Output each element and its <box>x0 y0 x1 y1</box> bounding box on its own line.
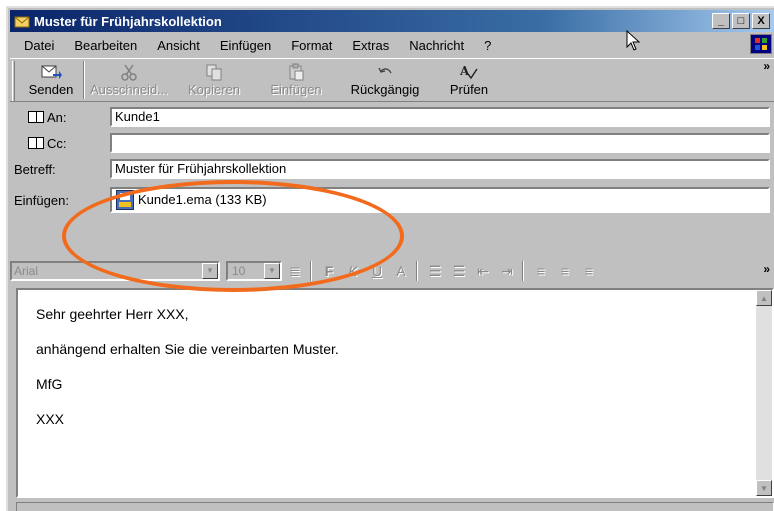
numbered-list-icon[interactable]: ☰ <box>424 260 446 282</box>
menu-ansicht[interactable]: Ansicht <box>147 38 210 53</box>
font-value: Arial <box>14 264 39 278</box>
to-label: An: <box>47 109 67 125</box>
undo-label: Rückgängig <box>350 82 420 97</box>
indent-icon[interactable]: ⇥ <box>496 260 518 282</box>
window-controls: _ □ X <box>712 13 770 29</box>
format-separator <box>416 261 418 281</box>
align-center-icon[interactable]: ≡ <box>554 260 576 282</box>
address-book-icon <box>28 137 44 149</box>
italic-icon[interactable]: K <box>342 260 364 282</box>
paste-label: Einfügen <box>270 82 322 97</box>
attachment-file-icon <box>116 190 134 210</box>
size-select[interactable]: 10 ▼ <box>226 261 282 281</box>
send-button[interactable]: Senden <box>19 59 83 101</box>
scissors-icon <box>120 62 138 82</box>
chevron-down-icon[interactable]: ▼ <box>202 263 218 279</box>
body-text[interactable]: Sehr geehrter Herr XXX, anhängend erhalt… <box>36 306 339 446</box>
attach-field[interactable]: Kunde1.ema (133 KB) <box>110 187 770 213</box>
underline-icon[interactable]: U <box>366 260 388 282</box>
undo-button[interactable]: Rückgängig <box>337 59 433 101</box>
body-line: anhängend erhalten Sie die vereinbarten … <box>36 341 339 357</box>
menu-einfuegen[interactable]: Einfügen <box>210 38 281 53</box>
send-icon <box>40 62 62 82</box>
menu-format[interactable]: Format <box>281 38 342 53</box>
status-bar <box>16 502 774 511</box>
to-label-wrap[interactable]: An: <box>10 110 106 125</box>
outdent-icon[interactable]: ⇤ <box>472 260 494 282</box>
font-select[interactable]: Arial ▼ <box>10 261 220 281</box>
copy-icon <box>205 62 223 82</box>
toolbar-more-button[interactable]: » <box>763 59 770 73</box>
check-button[interactable]: A Prüfen <box>433 59 505 101</box>
cc-label: Cc: <box>47 135 67 151</box>
format-toolbar: Arial ▼ 10 ▼ ≣ F K U A ☰ ☰ ⇤ ⇥ ≡ ≡ ≡ » <box>10 258 774 284</box>
format-separator <box>522 261 524 281</box>
cc-label-wrap[interactable]: Cc: <box>10 136 106 151</box>
toolbar-grip[interactable] <box>12 61 15 101</box>
spellcheck-icon: A <box>459 62 479 82</box>
paste-button[interactable]: Einfügen <box>255 59 337 101</box>
minimize-button[interactable]: _ <box>712 13 730 29</box>
close-button[interactable]: X <box>752 13 770 29</box>
subject-field[interactable]: Muster für Frühjahrskollektion <box>110 159 770 179</box>
attach-label: Einfügen: <box>14 192 69 208</box>
copy-button[interactable]: Kopieren <box>173 59 255 101</box>
subject-row: Betreff: Muster für Frühjahrskollektion <box>10 158 774 180</box>
cc-row: Cc: <box>10 132 774 154</box>
to-field[interactable]: Kunde1 <box>110 107 770 127</box>
align-right-icon[interactable]: ≡ <box>578 260 600 282</box>
scroll-up-icon[interactable]: ▲ <box>756 290 772 306</box>
copy-label: Kopieren <box>187 82 241 97</box>
body-line: MfG <box>36 376 63 392</box>
envelope-icon <box>14 16 30 28</box>
menu-help[interactable]: ? <box>474 38 501 53</box>
subject-label: Betreff: <box>14 161 56 177</box>
mouse-cursor-icon <box>626 30 641 51</box>
to-row: An: Kunde1 <box>10 106 774 128</box>
cut-label: Ausschneid... <box>89 82 169 97</box>
paste-icon <box>287 62 305 82</box>
style-icon[interactable]: ≣ <box>284 260 306 282</box>
svg-text:A: A <box>459 64 470 78</box>
menu-datei[interactable]: Datei <box>14 38 64 53</box>
windows-logo-icon <box>750 34 772 54</box>
format-separator <box>310 261 312 281</box>
title-bar[interactable]: Muster für Frühjahrskollektion _ □ X <box>10 10 774 32</box>
send-label: Senden <box>28 82 74 97</box>
menu-extras[interactable]: Extras <box>342 38 399 53</box>
scroll-down-icon[interactable]: ▼ <box>756 480 772 496</box>
bold-icon[interactable]: F <box>318 260 340 282</box>
compose-window: Muster für Frühjahrskollektion _ □ X Dat… <box>6 6 774 511</box>
menu-bearbeiten[interactable]: Bearbeiten <box>64 38 147 53</box>
message-body[interactable]: Sehr geehrter Herr XXX, anhängend erhalt… <box>16 288 774 498</box>
vertical-scrollbar[interactable]: ▲ ▼ <box>756 290 772 496</box>
window-title: Muster für Frühjahrskollektion <box>34 13 222 29</box>
main-toolbar: Senden Ausschneid... Kopieren Einfügen R… <box>10 58 774 102</box>
chevron-down-icon[interactable]: ▼ <box>264 263 280 279</box>
menu-bar: Datei Bearbeiten Ansicht Einfügen Format… <box>10 34 774 56</box>
message-headers: An: Kunde1 Cc: Betreff: Muster für Frühj… <box>10 104 774 250</box>
font-color-icon[interactable]: A <box>390 260 412 282</box>
cc-field[interactable] <box>110 133 770 153</box>
size-value: 10 <box>232 264 246 278</box>
attachment-name[interactable]: Kunde1.ema (133 KB) <box>138 189 267 211</box>
address-book-icon <box>28 111 44 123</box>
maximize-button[interactable]: □ <box>732 13 750 29</box>
align-left-icon[interactable]: ≡ <box>530 260 552 282</box>
format-more-button[interactable]: » <box>763 262 770 276</box>
undo-icon <box>376 62 394 82</box>
menu-nachricht[interactable]: Nachricht <box>399 38 474 53</box>
cut-button[interactable]: Ausschneid... <box>85 59 173 101</box>
body-line: Sehr geehrter Herr XXX, <box>36 306 189 322</box>
check-label: Prüfen <box>449 82 489 97</box>
attach-row: Einfügen: Kunde1.ema (133 KB) <box>10 186 774 214</box>
body-line: XXX <box>36 411 65 427</box>
bullet-list-icon[interactable]: ☰ <box>448 260 470 282</box>
